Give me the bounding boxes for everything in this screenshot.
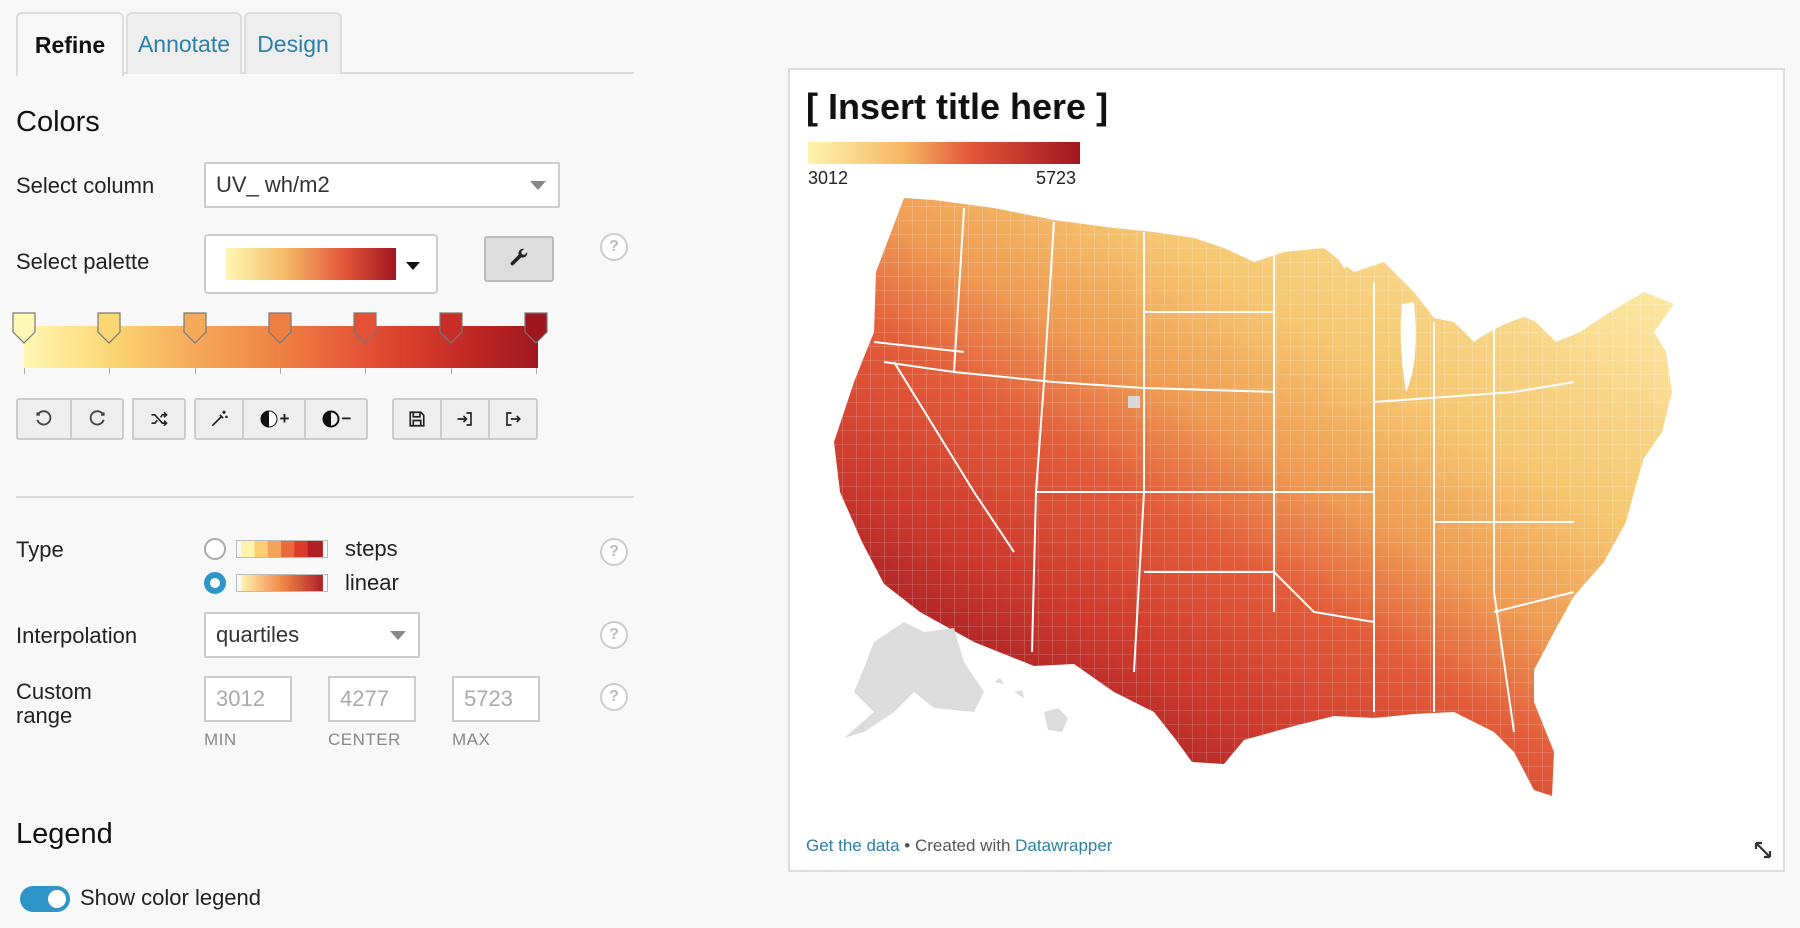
import-palette-button[interactable] [440,398,490,440]
resize-icon[interactable] [1753,840,1773,860]
chart-footer: Get the data • Created with Datawrapper [806,836,1112,856]
legend-heading: Legend [16,818,113,850]
adjust-button-group: + − [194,398,368,440]
custom-range-label-line2: range [16,703,73,728]
import-icon [457,412,472,426]
magic-wand-icon [211,410,228,427]
color-stop-handle[interactable] [97,312,121,344]
chart-preview: [ Insert title here ] 3012 5723 Get the … [788,68,1785,872]
contrast-plus-label: + [279,409,290,428]
get-data-link[interactable]: Get the data [806,836,900,855]
type-help-icon[interactable]: ? [600,538,628,566]
show-legend-label: Show color legend [80,885,262,910]
colors-heading: Colors [16,106,100,138]
tab-design[interactable]: Design [244,12,342,74]
type-steps-radio[interactable] [204,538,226,560]
ramp-tick [536,368,537,374]
color-stop-handle[interactable] [439,312,463,344]
save-icon [409,411,425,427]
tab-refine[interactable]: Refine [16,12,124,76]
legend-max-label: 5723 [1036,168,1077,188]
interpolation-help-icon[interactable]: ? [600,621,628,649]
palette-settings-button[interactable] [484,236,554,282]
range-max-caption: MAX [452,730,491,749]
file-button-group [392,398,538,440]
export-palette-button[interactable] [488,398,538,440]
range-min-input[interactable]: 3012 [204,676,292,722]
range-center-caption: CENTER [328,730,401,749]
datawrapper-link[interactable]: Datawrapper [1015,836,1112,855]
select-palette-label: Select palette [16,249,150,274]
range-center-input[interactable]: 4277 [328,676,416,722]
interpolation-select[interactable]: quartiles [204,612,420,658]
range-min-caption: MIN [204,730,237,749]
column-select[interactable]: UV_ wh/m2 [204,162,560,208]
footer-separator: • Created with [899,836,1016,855]
redo-button[interactable] [70,398,124,440]
color-stop-handle[interactable] [524,312,548,344]
type-linear-radio[interactable] [204,572,226,594]
palette-swatch [226,248,396,280]
palette-select[interactable] [204,234,438,294]
shuffle-icon [151,411,168,427]
caret-down-icon [406,262,420,270]
color-stop-handle[interactable] [268,312,292,344]
color-stop-handle[interactable] [353,312,377,344]
interpolation-value: quartiles [216,622,300,647]
show-legend-toggle[interactable] [20,886,70,912]
contrast-icon [322,410,340,428]
linear-preview-swatch [236,574,328,592]
chevron-down-icon [530,181,546,190]
redo-icon [89,410,105,426]
sidebar-panel: Refine Annotate Design Colors Select col… [12,0,634,928]
range-help-icon[interactable]: ? [600,683,628,711]
steps-preview-swatch [236,540,328,558]
reverse-palette-button[interactable] [132,398,186,440]
ramp-tick [109,368,110,374]
custom-range-label-line1: Custom [16,679,92,704]
section-divider [16,496,634,498]
increase-contrast-button[interactable]: + [242,398,306,440]
shuffle-button-group [132,398,186,440]
color-stop-handle[interactable] [183,312,207,344]
chart-title[interactable]: [ Insert title here ] [806,86,1108,128]
hawaii-shape [994,678,1068,732]
type-linear-label: linear [345,570,399,595]
tab-annotate[interactable]: Annotate [126,12,242,74]
ramp-tick [365,368,366,374]
tab-bar: Refine Annotate Design [16,12,634,76]
alaska-shape [844,622,984,738]
ramp-tick [451,368,452,374]
color-ramp[interactable] [12,312,548,374]
undo-icon [36,410,52,426]
undo-button[interactable] [16,398,72,440]
toggle-knob [48,890,66,908]
type-label: Type [16,537,64,562]
palette-help-icon[interactable]: ? [600,233,628,261]
ramp-tick [24,368,25,374]
decrease-contrast-button[interactable]: − [304,398,368,440]
ramp-tick [195,368,196,374]
auto-adjust-button[interactable] [194,398,244,440]
type-steps-label: steps [345,536,398,561]
range-max-input[interactable]: 5723 [452,676,540,722]
select-column-label: Select column [16,173,155,198]
column-select-value: UV_ wh/m2 [216,172,330,197]
save-palette-button[interactable] [392,398,442,440]
no-data-county [1128,396,1140,408]
legend-min-label: 3012 [808,168,849,188]
chevron-down-icon [390,631,406,640]
interpolation-label: Interpolation [16,623,138,648]
wrench-icon [510,248,528,266]
color-stop-handle[interactable] [12,312,36,344]
lake-superior [1334,242,1414,268]
contrast-icon [260,410,278,428]
ramp-tick [280,368,281,374]
us-county-map[interactable] [814,192,1774,802]
export-icon [506,412,521,426]
color-legend-bar [808,142,1080,164]
contrast-minus-label: − [341,409,352,428]
history-button-group [16,398,124,440]
